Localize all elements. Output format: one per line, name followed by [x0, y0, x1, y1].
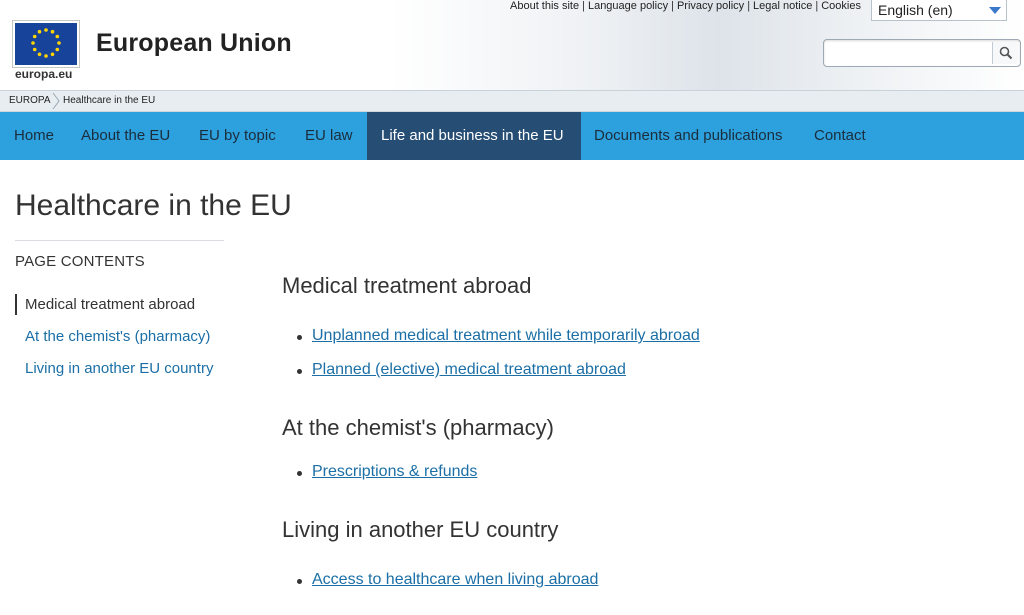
- cookies-link[interactable]: Cookies: [821, 0, 861, 12]
- search-button[interactable]: [992, 42, 1018, 64]
- language-policy-link[interactable]: Language policy: [588, 0, 668, 12]
- nav-home[interactable]: Home: [0, 112, 68, 160]
- link-prescriptions-refunds[interactable]: Prescriptions & refunds: [312, 463, 477, 481]
- divider: |: [582, 0, 585, 12]
- toc-item-pharmacy[interactable]: At the chemist's (pharmacy): [25, 328, 210, 345]
- nav-contact[interactable]: Contact: [800, 112, 880, 160]
- search-input[interactable]: [828, 43, 988, 63]
- divider: |: [671, 0, 674, 12]
- nav-life-and-business[interactable]: Life and business in the EU: [367, 112, 581, 160]
- page-title: Healthcare in the EU: [15, 189, 292, 222]
- logo-label[interactable]: europa.eu: [15, 67, 72, 81]
- link-unplanned-treatment[interactable]: Unplanned medical treatment while tempor…: [312, 327, 700, 345]
- bullet: [297, 471, 302, 476]
- top-links: About this site | Language policy | Privacy …: [510, 0, 861, 16]
- chevron-right-icon: [52, 92, 60, 110]
- breadcrumb-current: Healthcare in the EU: [63, 95, 156, 106]
- divider: [15, 240, 224, 241]
- link-planned-treatment[interactable]: Planned (elective) medical treatment abr…: [312, 361, 626, 379]
- nav-documents-and-publications[interactable]: Documents and publications: [580, 112, 796, 160]
- bullet: [297, 579, 302, 584]
- bullet: [297, 335, 302, 340]
- search-icon: [999, 46, 1013, 60]
- section-heading: Living in another EU country: [282, 517, 559, 542]
- toc-item-medical-treatment-abroad[interactable]: Medical treatment abroad: [25, 296, 195, 313]
- breadcrumb: EUROPA Healthcare in the EU: [0, 91, 1024, 112]
- eu-logo[interactable]: [12, 20, 80, 68]
- section-heading: Medical treatment abroad: [282, 273, 532, 298]
- main-nav: Home About the EU EU by topic EU law Lif…: [0, 112, 1024, 160]
- toc-item-living-in-another-eu-country[interactable]: Living in another EU country: [25, 360, 213, 377]
- section-heading: At the chemist's (pharmacy): [282, 415, 554, 440]
- toc-active-indicator: [15, 294, 17, 315]
- language-select[interactable]: English (en): [871, 0, 1007, 21]
- about-this-site-link[interactable]: About this site: [510, 0, 579, 12]
- nav-eu-law[interactable]: EU law: [291, 112, 367, 160]
- divider: |: [747, 0, 751, 12]
- toc-heading: PAGE CONTENTS: [15, 253, 145, 270]
- bullet: [297, 369, 302, 374]
- language-value: English (en): [878, 2, 953, 18]
- privacy-policy-link[interactable]: Privacy policy: [677, 0, 744, 12]
- site-header: europa.eu European Union About this site…: [0, 0, 1024, 91]
- legal-notice-link[interactable]: Legal notice: [753, 0, 812, 12]
- eu-flag-icon: [15, 23, 77, 65]
- nav-eu-by-topic[interactable]: EU by topic: [185, 112, 290, 160]
- link-access-to-healthcare[interactable]: Access to healthcare when living abroad: [312, 571, 598, 589]
- divider: |: [815, 0, 819, 12]
- nav-about-the-eu[interactable]: About the EU: [67, 112, 184, 160]
- site-title: European Union: [96, 29, 292, 57]
- search-box: [823, 39, 1021, 67]
- breadcrumb-europa[interactable]: EUROPA: [9, 95, 51, 106]
- chevron-down-icon: [989, 7, 1001, 14]
